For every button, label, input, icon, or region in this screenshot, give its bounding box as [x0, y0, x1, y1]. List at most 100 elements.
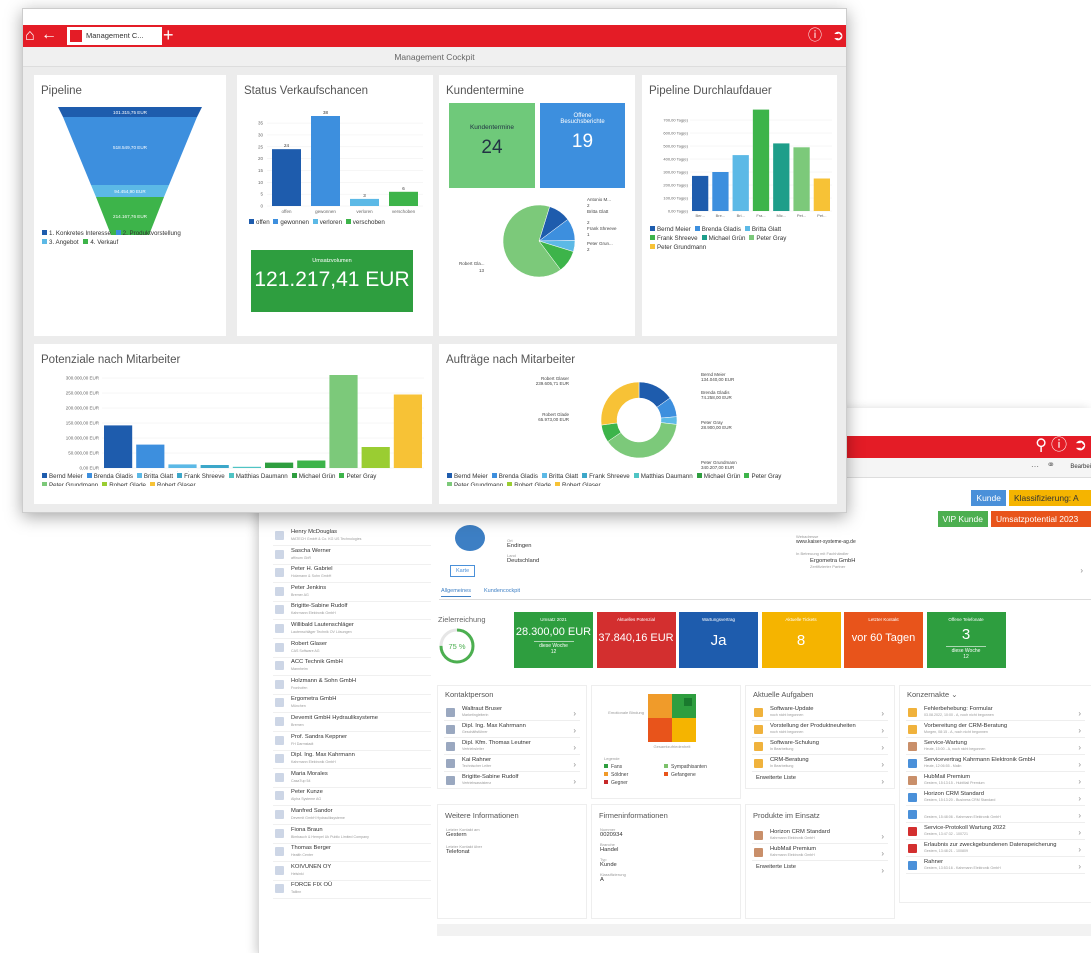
chevron-right-icon[interactable]: ›	[1078, 828, 1081, 837]
tag-kunde[interactable]: Kunde	[971, 490, 1006, 506]
list-item[interactable]: Devemit GmbH Hydrauliksysteme Bremen	[273, 714, 431, 732]
list-item[interactable]: Peter H. Gabriel Holzmann & Sohn GmbH	[273, 565, 431, 584]
list-item[interactable]: KOIVUNEN OY Helsinki	[273, 863, 431, 881]
list-item[interactable]: Service-Protokoll Wartung 2022 Gestern, 1…	[906, 823, 1085, 840]
produkte-name: HubMail Premium	[770, 846, 817, 852]
list-item[interactable]: Servicevertrag Kahrmann Elektronik GmbH H…	[906, 755, 1085, 772]
list-item[interactable]: Dipl. Ing. Max Kahrmann Geschäftsführer ›	[444, 721, 580, 738]
list-item[interactable]: Henry McDouglas MATECH GmbH & Co. KG US T…	[273, 528, 431, 546]
chevron-right-icon[interactable]: ›	[1078, 862, 1081, 871]
tag-klassifizierung[interactable]: Klassifizierung: A	[1009, 490, 1091, 506]
konzern-title[interactable]: Konzernakte ⌄	[907, 690, 958, 699]
chevron-right-icon[interactable]: ›	[881, 760, 884, 769]
chevron-right-icon[interactable]: ›	[573, 743, 576, 752]
list-item[interactable]: Horizon CRM Standard Gestern, 15:13:20 - …	[906, 789, 1085, 806]
tag-vip[interactable]: VIP Kunde	[937, 511, 988, 527]
list-item[interactable]: Holzmann & Sohn GmbH Fronhofen	[273, 677, 431, 695]
list-item[interactable]: Robert Glaser CAS Software AG	[273, 640, 431, 658]
chevron-right-icon[interactable]: ›	[1078, 777, 1081, 786]
list-item[interactable]: HubMail Premium Gestern, 15:13:15 - HubMa…	[906, 772, 1085, 789]
list-item[interactable]: Waltraut Bruser Marketingleiterin ›	[444, 704, 580, 721]
chevron-right-icon[interactable]: ›	[1078, 743, 1081, 752]
list-item[interactable]: Gestern, 15:48:06 - Kahrmann Elektronik …	[906, 806, 1085, 823]
list-item[interactable]: Fehlerbehebung: Formular 03.08.2022, 10:0…	[906, 704, 1085, 721]
more-icon[interactable]: ⋯	[1031, 462, 1039, 471]
chevron-right-icon[interactable]: ›	[1078, 811, 1081, 820]
chevron-right-icon[interactable]: ›	[573, 760, 576, 769]
kpi-tile[interactable]: Umsatz 2021 28.300,00 EUR diese Woche 12	[514, 612, 593, 668]
besuchsberichte-tile[interactable]: Offene Besuchsberichte 19	[540, 103, 625, 188]
chevron-right-icon[interactable]: ›	[1078, 760, 1081, 769]
kpi-tile[interactable]: Offene Telefonate 3 diese Woche 12	[926, 612, 1006, 668]
tab-kundencockpit[interactable]: Kundencockpit	[484, 588, 520, 594]
list-item[interactable]: Service-Wartung Heute, 15:00 - A, noch ni…	[906, 738, 1085, 755]
umsatz-tile[interactable]: Umsatzvolumen 121.217,41 EUR	[251, 250, 413, 312]
list-item[interactable]: Kai Rahner Technischer Leiter ›	[444, 755, 580, 772]
list-item[interactable]: Peter Kunze Alpha Systeme AG	[273, 788, 431, 807]
chevron-right-icon[interactable]: ›	[1078, 845, 1081, 854]
list-item[interactable]: Thomas Berger Health Center	[273, 844, 431, 863]
tag-umsatzpotential[interactable]: Umsatzpotential 2023	[991, 511, 1091, 527]
kpi-tile[interactable]: Aktuelle Tickets 8	[761, 612, 841, 668]
kpi-tile[interactable]: Letzter Kontakt vor 60 Tagen	[844, 612, 923, 668]
konzern-sub: Gestern, 15:13:15 - HubMail Premium	[924, 781, 985, 785]
chevron-right-icon[interactable]: ›	[1078, 726, 1081, 735]
add-tab-icon[interactable]: +	[163, 26, 174, 44]
chevron-right-icon[interactable]: ›	[881, 866, 884, 875]
list-item[interactable]: HubMail Premium Kahrmann Elektronik GmbH ›	[752, 844, 888, 861]
list-item[interactable]: Prof. Sandra Keppner FH Darmstadt	[273, 733, 431, 751]
list-item[interactable]: Sascha Werner affinum GbR	[273, 547, 431, 565]
list-item[interactable]: Ergometra GmbH München	[273, 695, 431, 714]
help-icon[interactable]: ⓘ	[808, 28, 822, 42]
search-icon[interactable]: ⚲	[1035, 438, 1047, 454]
list-item[interactable]: ACC Technik GmbH Mannheim	[273, 658, 431, 677]
home-icon[interactable]: ⌂	[25, 28, 35, 44]
logout-icon[interactable]: ➲	[1074, 438, 1087, 454]
chevron-right-icon[interactable]: ›	[1078, 709, 1081, 718]
more-list-button[interactable]: Erweiterte Liste ›	[752, 861, 888, 876]
list-item[interactable]: Manfred Sandor Devemit GmbH Hydrauliksyst…	[273, 807, 431, 825]
edit-button[interactable]: Bearbei	[1070, 464, 1091, 470]
kpi-tile[interactable]: Aktuelles Potenzial 37.840,16 EUR	[596, 612, 676, 668]
list-item[interactable]: Vorstellung der Produktneuheiten noch nic…	[752, 721, 888, 738]
help-icon[interactable]: ⓘ	[1051, 438, 1067, 454]
chevron-right-icon[interactable]: ›	[881, 849, 884, 858]
web-link[interactable]: www.kaiser-systeme-ag.de	[796, 539, 856, 545]
list-item[interactable]: Horizon CRM Standard Kahrmann Elektronik …	[752, 827, 888, 844]
chevron-right-icon[interactable]: ›	[1080, 566, 1083, 575]
list-item[interactable]: Rahner Gestern, 13:53:16 - Kahrmann Elekt…	[906, 857, 1085, 874]
list-item[interactable]: Peter Jenkins Bremer AG	[273, 584, 431, 602]
chevron-right-icon[interactable]: ›	[881, 777, 884, 786]
chevron-right-icon[interactable]: ›	[881, 832, 884, 841]
back-arrow-icon[interactable]: ←	[41, 27, 57, 43]
tab-allgemeines[interactable]: Allgemeines	[441, 588, 471, 597]
chevron-right-icon[interactable]: ›	[881, 709, 884, 718]
map-button[interactable]: Karte	[450, 565, 476, 577]
kundentermine-tile[interactable]: Kundentermine 24	[449, 103, 535, 188]
chevron-right-icon[interactable]: ›	[573, 777, 576, 786]
legend-item: offen	[249, 219, 270, 226]
list-item[interactable]: Willibald Lautenschläger Lautenschläger T…	[273, 621, 431, 639]
link-icon[interactable]: ⚭	[1047, 460, 1055, 471]
list-item[interactable]: FORCE FIX OÜ Tallinn	[273, 881, 431, 900]
logout-icon[interactable]: ➲	[832, 28, 844, 42]
list-item[interactable]: Software-Update noch nicht begonnen ›	[752, 704, 888, 721]
chevron-right-icon[interactable]: ›	[573, 726, 576, 735]
list-item[interactable]: Erlaubnis zur zweckgebundenen Datenspeic…	[906, 840, 1085, 857]
list-item[interactable]: Dipl. Kfm. Thomas Leutner Vertriebsleiter…	[444, 738, 580, 755]
chevron-right-icon[interactable]: ›	[881, 743, 884, 752]
more-list-button[interactable]: Erweiterte Liste ›	[752, 772, 888, 787]
list-item[interactable]: Vorbereitung der CRM-Beratung Morgen, 08:…	[906, 721, 1085, 738]
list-item[interactable]: Maria Morales CasaTup 54	[273, 770, 431, 788]
kpi-tile[interactable]: Wartungsvertrag Ja	[679, 612, 758, 668]
list-item[interactable]: Brigitte-Sabine Rudolf Kahrmann Elektroni…	[273, 602, 431, 621]
list-item[interactable]: Fiona Braun Bimbauch & Hempel Uk Public L…	[273, 826, 431, 844]
list-item[interactable]: Software-Schulung In Bearbeitung ›	[752, 738, 888, 755]
list-item[interactable]: Brigitte-Sabine Rudolf Vertriebsassistenz…	[444, 772, 580, 789]
chevron-right-icon[interactable]: ›	[1078, 794, 1081, 803]
chevron-right-icon[interactable]: ›	[573, 709, 576, 718]
tab-management-cockpit[interactable]: Management C...	[67, 27, 162, 45]
list-item[interactable]: Dipl. Ing. Max Kahrmann Kahrmann Elektron…	[273, 751, 431, 770]
list-item[interactable]: CRM-Beratung In Bearbeitung ›	[752, 755, 888, 772]
chevron-right-icon[interactable]: ›	[881, 726, 884, 735]
